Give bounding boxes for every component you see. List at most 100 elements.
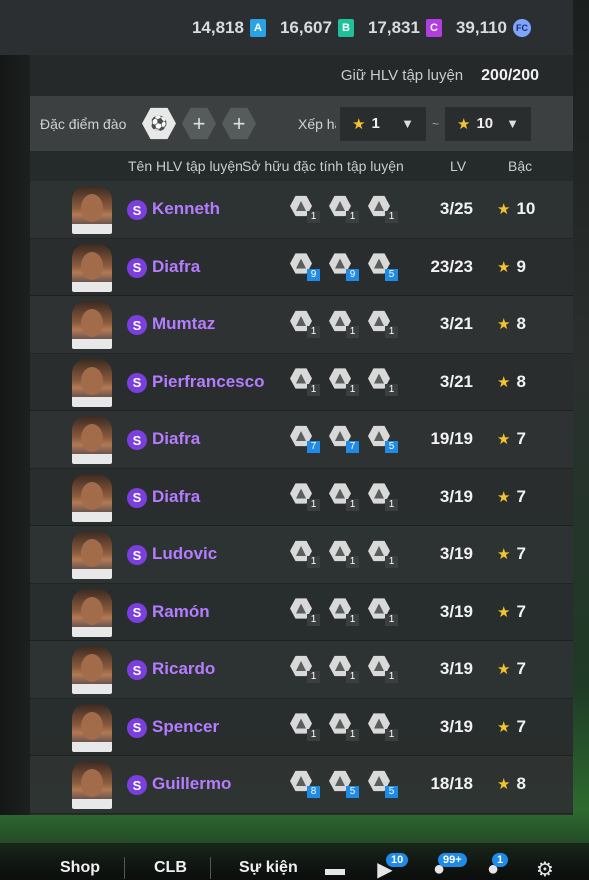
coach-row[interactable]: S Spencer 1 1 1 3/19 ★ 7 (30, 698, 573, 756)
training-trait-icon: 1 (329, 195, 359, 223)
coach-rank: ★ 7 (497, 544, 526, 564)
coach-level: 3/25 (439, 199, 473, 218)
training-trait-icon: 1 (329, 368, 359, 396)
settings-gear-icon[interactable]: ⚙ (532, 857, 558, 880)
trait-count: 7 (346, 441, 359, 453)
currency-c: 17,831 C (368, 18, 442, 38)
coach-level: 3/19 (439, 659, 473, 678)
training-trait-icon: 1 (329, 540, 359, 568)
training-trait-icon: 1 (290, 195, 320, 223)
coach-level: 3/19 (439, 486, 473, 506)
rank-filter-label: Xếp hạng (298, 115, 336, 132)
trait-filter-add-2[interactable]: + (222, 107, 256, 140)
training-trait-icon: 1 (290, 483, 320, 511)
trait-list: 8 5 5 (290, 770, 398, 798)
training-trait-icon: 1 (290, 655, 320, 683)
profile-badge: 1 (492, 853, 509, 867)
rank-value: 7 (516, 544, 526, 563)
nav-shop[interactable]: Shop (60, 859, 100, 877)
coach-avatar (72, 301, 112, 349)
table-header: Tên HLV tập luyện Sở hữu đặc tính tập lu… (30, 151, 573, 181)
star-icon: ★ (497, 776, 511, 793)
training-trait-icon: 1 (329, 655, 359, 683)
trait-filter-slot-1[interactable]: ⚽ (142, 107, 176, 140)
coach-row[interactable]: S Ramón 1 1 1 3/19 ★ 7 (30, 583, 573, 641)
coach-row[interactable]: S Guillermo 8 5 5 18/18 ★ 8 (30, 756, 573, 814)
trait-count: 1 (346, 671, 359, 683)
coach-row[interactable]: S Diafra 7 7 5 19/19 ★ 7 (30, 411, 573, 469)
play-icon[interactable]: ▶ 10 (372, 853, 409, 880)
trait-filter-add-1[interactable]: + (182, 107, 216, 140)
s-grade-badge: S (127, 775, 147, 795)
trait-count: 1 (346, 613, 359, 626)
trait-count: 1 (385, 498, 398, 511)
trait-count: 1 (346, 498, 359, 511)
currency-a: 14,818 A (192, 18, 266, 38)
rank-value: 9 (516, 256, 526, 276)
training-trait-icon: 1 (368, 713, 398, 741)
training-trait-icon: 1 (368, 310, 398, 338)
trait-count: 1 (385, 556, 398, 568)
caret-down-icon: ▼ (401, 116, 414, 131)
trait-count: 1 (385, 613, 398, 626)
training-trait-icon: 1 (290, 368, 320, 396)
trait-count: 1 (307, 728, 320, 741)
rank-min-select[interactable]: ★ 1 ▼ (340, 106, 426, 141)
coach-row[interactable]: S Ludovic 1 1 1 3/19 ★ 7 (30, 526, 573, 584)
rank-max-select[interactable]: ★ 10 ▼ (445, 106, 532, 141)
coach-level: 3/19 (439, 716, 473, 736)
training-trait-icon: 5 (368, 770, 398, 798)
training-trait-icon: 1 (329, 310, 359, 338)
b-token-icon: B (337, 18, 354, 37)
trait-count: 5 (385, 786, 398, 798)
coach-level: 3/21 (439, 371, 473, 391)
currency-bar: 14,818 A 16,607 B 17,831 C 39,110 FC (0, 0, 573, 55)
rank-value: 8 (516, 371, 526, 391)
coach-avatar (72, 588, 112, 637)
trait-count: 1 (385, 671, 398, 683)
friends-icon[interactable]: ● 99+ (426, 853, 467, 880)
star-icon: ★ (497, 546, 511, 563)
s-grade-badge: S (127, 372, 147, 393)
trait-count: 1 (346, 556, 359, 568)
coach-row[interactable]: S Ricardo 1 1 1 3/19 ★ 7 (30, 641, 573, 699)
training-trait-icon: 1 (290, 713, 320, 741)
coach-row[interactable]: S Kenneth 1 1 1 3/25 ★ 10 (30, 181, 573, 239)
coach-avatar (72, 531, 112, 579)
coach-avatar (72, 416, 112, 464)
chat-icon[interactable]: ▬ (322, 857, 348, 880)
coach-row[interactable]: S Pierfrancesco 1 1 1 3/21 ★ 8 (30, 353, 573, 411)
trait-count: 1 (346, 211, 359, 223)
s-grade-badge: S (127, 315, 147, 335)
trait-count: 1 (346, 728, 359, 741)
c-token-icon: C (425, 18, 442, 37)
nav-clb[interactable]: CLB (154, 859, 187, 877)
trait-count: 1 (346, 383, 359, 396)
profile-icon[interactable]: ● 1 (480, 853, 509, 880)
trait-list: 1 1 1 (290, 598, 398, 626)
coach-rank: ★ 7 (497, 659, 526, 679)
coach-rank: ★ 8 (497, 372, 526, 392)
plus-icon: + (192, 110, 206, 136)
s-grade-badge: S (127, 660, 147, 680)
trait-count: 1 (307, 326, 320, 338)
currency-fc: 39,110 FC (456, 18, 531, 38)
coach-avatar (72, 186, 112, 234)
coach-avatar (72, 358, 112, 407)
trait-list: 7 7 5 (290, 425, 398, 453)
coach-rank: ★ 7 (497, 487, 526, 507)
rank-value: 7 (516, 601, 526, 621)
trait-list: 1 1 1 (290, 368, 398, 396)
trait-list: 1 1 1 (290, 713, 398, 741)
coach-level: 23/23 (430, 256, 473, 276)
trait-list: 1 1 1 (290, 483, 398, 511)
coach-row[interactable]: S Diafra 9 9 5 23/23 ★ 9 (30, 238, 573, 296)
coach-row[interactable]: S Mumtaz 1 1 1 3/21 ★ 8 (30, 296, 573, 354)
trait-count: 9 (307, 268, 320, 281)
coach-name: Diafra (152, 429, 201, 448)
col-level[interactable]: LV (450, 158, 466, 174)
col-name[interactable]: Tên HLV tập luyện (128, 158, 243, 174)
col-rank[interactable]: Bậc (508, 158, 532, 174)
nav-events[interactable]: Sự kiện (239, 859, 298, 877)
coach-row[interactable]: S Diafra 1 1 1 3/19 ★ 7 (30, 468, 573, 526)
